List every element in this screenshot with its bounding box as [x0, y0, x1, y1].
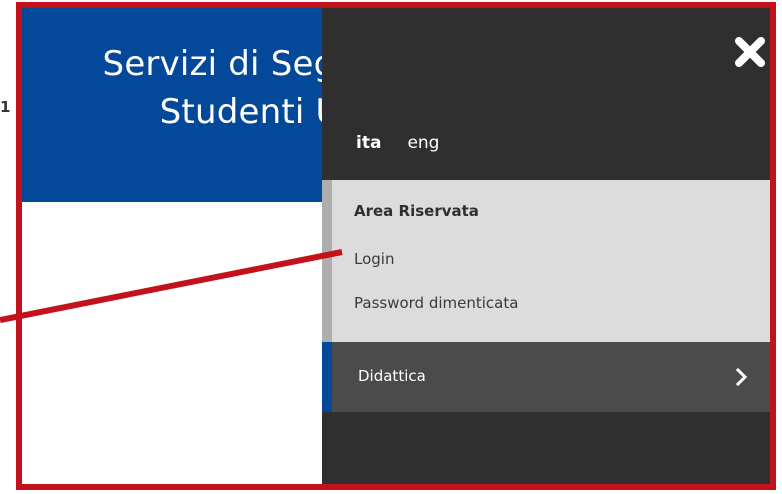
site-title: Servizi di Segreteria Studenti Univ [46, 40, 342, 136]
login-link[interactable]: Login [354, 250, 394, 268]
language-switcher: ita eng [356, 128, 439, 158]
site-title-line-1: Servizi di Segreteria [102, 44, 342, 84]
site-header: Servizi di Segreteria Studenti Univ [22, 8, 342, 202]
close-button[interactable] [732, 34, 768, 70]
reserved-area-accent-bar [322, 180, 332, 342]
reserved-area-section: Area Riservata Login Password dimenticat… [322, 180, 770, 342]
site-title-line-2: Studenti Univ [159, 92, 342, 132]
chevron-right-icon [736, 368, 748, 386]
stray-character: 1 [0, 98, 11, 116]
highlight-frame: Servizi di Segreteria Studenti Univ ita … [16, 2, 776, 490]
nav-item-didattica[interactable]: Didattica [322, 342, 770, 412]
language-eng[interactable]: eng [407, 133, 439, 153]
reserved-area-title: Area Riservata [354, 202, 479, 220]
side-drawer-menu: ita eng Area Riservata Login Password di… [322, 8, 770, 484]
nav-item-label: Didattica [358, 367, 426, 385]
forgot-password-link[interactable]: Password dimenticata [354, 294, 518, 312]
nav-item-accent-bar [322, 342, 332, 412]
close-icon [735, 37, 765, 67]
language-ita[interactable]: ita [356, 133, 381, 153]
